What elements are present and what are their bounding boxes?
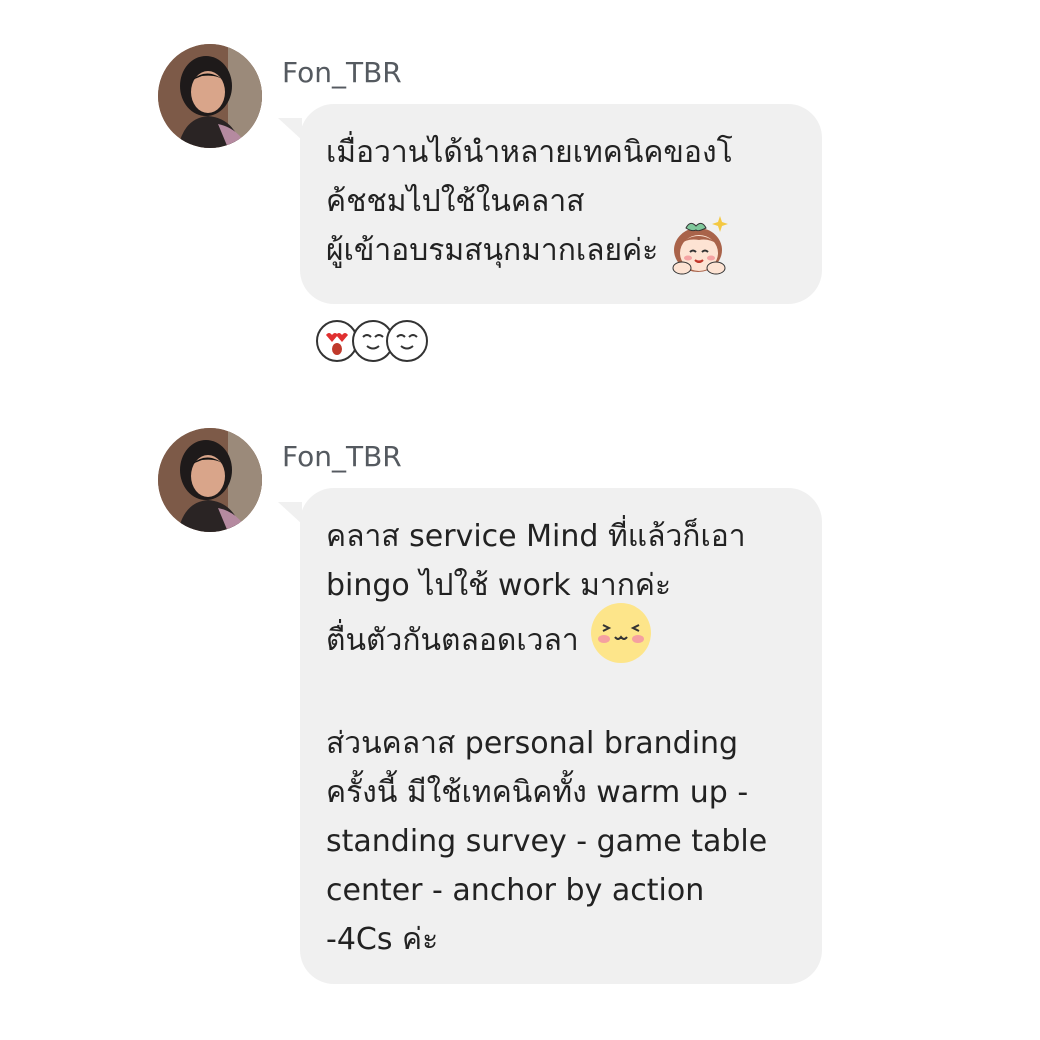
message-line: -4Cs ค่ะ bbox=[326, 922, 439, 957]
girl-sticker-icon bbox=[668, 210, 734, 291]
message-line: เมื่อวานได้นำหลายเทคนิคของโ bbox=[326, 135, 733, 170]
avatar-photo bbox=[158, 44, 262, 148]
message-line-text: ผู้เข้าอบรมสนุกมากเลยค่ะ bbox=[326, 233, 659, 268]
message-line: ตื่นตัวกันตลอดเวลา bbox=[326, 602, 796, 670]
message-line: standing survey - game table bbox=[326, 824, 768, 859]
bubble-tail bbox=[278, 118, 302, 140]
bubble-tail bbox=[278, 502, 302, 524]
message-line: ผู้เข้าอบรมสนุกมากเลยค่ะ bbox=[326, 216, 796, 275]
message-bubble[interactable]: เมื่อวานได้นำหลายเทคนิคของโ ค้ชชมไปใช้ใน… bbox=[300, 104, 822, 304]
message-line: ส่วนคลาส personal branding bbox=[326, 726, 739, 761]
message-line: center - anchor by action bbox=[326, 873, 705, 908]
message-line-text: ตื่นตัวกันตลอดเวลา bbox=[326, 622, 579, 658]
sender-name: Fon_TBR bbox=[282, 56, 402, 89]
sender-name: Fon_TBR bbox=[282, 440, 402, 473]
avatar-photo bbox=[158, 428, 262, 532]
blushing-face-icon bbox=[589, 601, 653, 680]
message-line: คลาส service Mind ที่แล้วก็เอา bbox=[326, 519, 746, 554]
avatar[interactable] bbox=[158, 44, 262, 148]
message-line: bingo ไปใช้ work มากค่ะ bbox=[326, 568, 672, 603]
message-line: ครั้งนี้ มีใช้เทคนิคทั้ง warm up - bbox=[326, 775, 749, 810]
smiling-face-icon[interactable] bbox=[386, 320, 428, 362]
avatar[interactable] bbox=[158, 428, 262, 532]
message-bubble[interactable]: คลาส service Mind ที่แล้วก็เอา bingo ไปใ… bbox=[300, 488, 822, 984]
